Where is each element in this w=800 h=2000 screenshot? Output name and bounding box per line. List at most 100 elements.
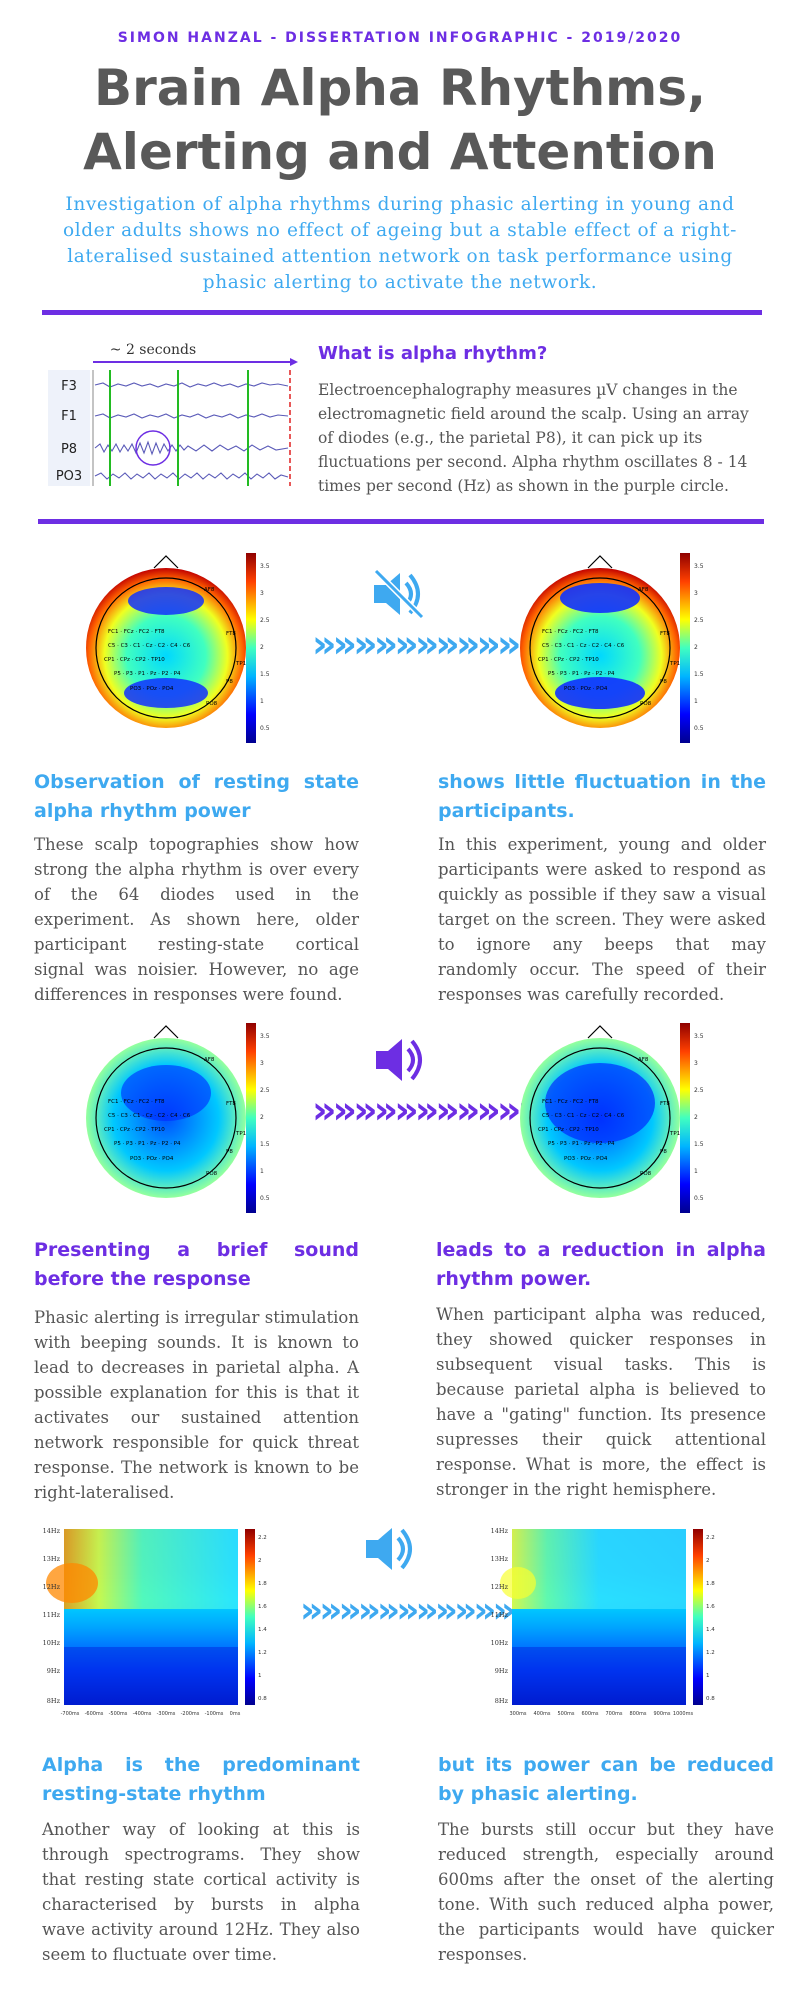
svg-text:400ms: 400ms [533, 1711, 550, 1717]
svg-text:FT8: FT8 [660, 1101, 670, 1107]
svg-text:3: 3 [694, 1060, 698, 1067]
svg-text:PO8: PO8 [206, 1171, 218, 1177]
topography-resting-right: AF8FT8TP10 P8PO8 C5 · C3 · C1 · Cz · C2 … [520, 553, 690, 743]
svg-text:10Hz: 10Hz [491, 1639, 509, 1647]
svg-text:3.5: 3.5 [694, 1033, 704, 1040]
svg-text:PO8: PO8 [640, 701, 652, 707]
svg-text:0.5: 0.5 [694, 1195, 704, 1202]
section1-left-heading: Observation of resting state alpha rhyth… [34, 771, 359, 822]
svg-text:FC1 · FCz · FC2 · FT8: FC1 · FCz · FC2 · FT8 [108, 1099, 165, 1105]
svg-text:1.5: 1.5 [260, 1141, 270, 1148]
svg-text:P8: P8 [226, 1149, 233, 1155]
svg-text:0.8: 0.8 [258, 1696, 267, 1702]
topography-resting-left: AF8FT8 TP10P8 PO8 C5 · C3 · C1 · Cz · C2… [86, 553, 256, 743]
svg-text:13Hz: 13Hz [43, 1555, 61, 1563]
svg-text:800ms: 800ms [629, 1711, 646, 1717]
svg-text:11Hz: 11Hz [43, 1611, 61, 1619]
svg-text:CP1 · CPz · CP2 · TP10: CP1 · CPz · CP2 · TP10 [538, 1127, 599, 1133]
eeg-trace-f3 [94, 382, 289, 388]
svg-text:C5 · C3 · C1 · Cz · C2 · C4 ·: C5 · C3 · C1 · Cz · C2 · C4 · C6 [108, 1113, 191, 1119]
eeg-trace-f1 [94, 413, 289, 419]
section1-right-heading: shows little fluctuation in the particip… [438, 771, 766, 822]
svg-text:1: 1 [258, 1673, 262, 1679]
svg-text:2.5: 2.5 [694, 617, 704, 624]
speaker-sound-icon [366, 1528, 412, 1570]
svg-text:C5 · C3 · C1 · Cz · C2 · C4 ·: C5 · C3 · C1 · Cz · C2 · C4 · C6 [542, 643, 625, 649]
svg-text:12Hz: 12Hz [43, 1583, 61, 1591]
svg-text:1: 1 [706, 1673, 710, 1679]
page-title: Brain Alpha Rhythms, Alerting and Attent… [0, 56, 800, 184]
speaker-muted-icon [373, 568, 425, 620]
eeg-trace-p8 [94, 440, 289, 456]
svg-text:1.5: 1.5 [260, 671, 270, 678]
spectrogram-resting: 14Hz 13Hz 12Hz 11Hz 10Hz 9Hz 8Hz -700ms -600… [43, 1527, 268, 1717]
svg-text:1: 1 [260, 698, 264, 705]
svg-text:9Hz: 9Hz [495, 1667, 509, 1675]
svg-text:2.2: 2.2 [706, 1535, 715, 1541]
channel-label-f3: F3 [61, 379, 77, 394]
svg-text:FC1 · FCz · FC2 · FT8: FC1 · FCz · FC2 · FT8 [108, 629, 165, 635]
eeg-arrow-head [290, 358, 298, 366]
svg-text:500ms: 500ms [557, 1711, 574, 1717]
svg-text:0.5: 0.5 [260, 1195, 270, 1202]
svg-text:0ms: 0ms [230, 1711, 241, 1717]
svg-text:10Hz: 10Hz [43, 1639, 61, 1647]
eeg-trace-figure: ~ 2 seconds F3 F1 P8 PO3 [48, 342, 298, 486]
svg-text:C5 · C3 · C1 · Cz · C2 · C4 ·: C5 · C3 · C1 · Cz · C2 · C4 · C6 [542, 1113, 625, 1119]
section3-left-body: Another way of looking at this is throug… [42, 1820, 360, 1964]
top-divider [42, 310, 762, 315]
topo-colorbar [246, 553, 256, 743]
svg-text:PO3 · POz · PO4: PO3 · POz · PO4 [130, 1156, 174, 1162]
svg-text:1.4: 1.4 [258, 1627, 267, 1633]
svg-text:1: 1 [694, 698, 698, 705]
svg-text:13Hz: 13Hz [491, 1555, 509, 1563]
svg-text:3: 3 [694, 590, 698, 597]
svg-text:1.2: 1.2 [258, 1650, 267, 1656]
svg-text:-200ms: -200ms [181, 1711, 200, 1717]
svg-text:1: 1 [260, 1168, 264, 1175]
intro-heading: What is alpha rhythm? [318, 343, 548, 364]
title-line-2: Alerting and Attention [83, 123, 717, 181]
svg-text:3.5: 3.5 [694, 563, 704, 570]
svg-text:CP1 · CPz · CP2 · TP10: CP1 · CPz · CP2 · TP10 [104, 1127, 165, 1133]
svg-text:-500ms: -500ms [109, 1711, 128, 1717]
topo-colorbar-ticks-right: 3.5 3 2.5 2 1.5 1 0.5 [694, 563, 704, 732]
svg-text:2.5: 2.5 [260, 617, 270, 624]
svg-text:700ms: 700ms [605, 1711, 622, 1717]
svg-text:11Hz: 11Hz [491, 1611, 509, 1619]
svg-text:FT8: FT8 [226, 631, 236, 637]
svg-text:2.5: 2.5 [694, 1087, 704, 1094]
svg-text:C5 · C3 · C1 · Cz · C2 · C4 ·: C5 · C3 · C1 · Cz · C2 · C4 · C6 [108, 643, 191, 649]
svg-text:P8: P8 [226, 679, 233, 685]
svg-text:PO8: PO8 [206, 701, 218, 707]
svg-text:1.6: 1.6 [706, 1604, 715, 1610]
svg-text:14Hz: 14Hz [43, 1527, 61, 1535]
svg-text:P8: P8 [660, 1149, 667, 1155]
svg-text:FT8: FT8 [226, 1101, 236, 1107]
svg-text:3.5: 3.5 [260, 563, 270, 570]
svg-text:3: 3 [260, 590, 264, 597]
svg-text:8Hz: 8Hz [495, 1697, 509, 1705]
svg-text:1.8: 1.8 [706, 1581, 715, 1587]
svg-text:14Hz: 14Hz [491, 1527, 509, 1535]
section2-right-body: When participant alpha was reduced, they… [436, 1305, 766, 1499]
section2-left-body: Phasic alerting is irregular stimulation… [34, 1308, 359, 1502]
svg-text:1: 1 [694, 1168, 698, 1175]
section2-left-heading: Presenting a brief sound before the resp… [34, 1239, 359, 1290]
svg-text:P5 · P3 · P1 · Pz · P2 · P4: P5 · P3 · P1 · Pz · P2 · P4 [114, 671, 181, 677]
svg-text:-100ms: -100ms [205, 1711, 224, 1717]
svg-text:3.5: 3.5 [260, 1033, 270, 1040]
svg-text:2: 2 [258, 1558, 262, 1564]
svg-text:2: 2 [694, 1114, 698, 1121]
svg-text:8Hz: 8Hz [47, 1697, 61, 1705]
svg-text:AF8: AF8 [638, 587, 649, 593]
topography-alerting-right: AF8FT8TP10 P8PO8 C5 · C3 · C1 · Cz · C2 … [520, 1023, 690, 1213]
svg-text:600ms: 600ms [581, 1711, 598, 1717]
speaker-sound-icon [376, 1039, 422, 1081]
section1-right-body: In this experiment, young and older part… [438, 835, 766, 1004]
svg-text:PO3 · POz · PO4: PO3 · POz · PO4 [564, 686, 608, 692]
svg-text:2: 2 [260, 1114, 264, 1121]
page-subtitle: Investigation of alpha rhythms during ph… [62, 194, 738, 293]
channel-label-po3: PO3 [56, 469, 82, 484]
spectrogram-alerting: 14Hz 13Hz 12Hz 11Hz 10Hz 9Hz 8Hz 300ms 400ms 5… [491, 1527, 716, 1717]
